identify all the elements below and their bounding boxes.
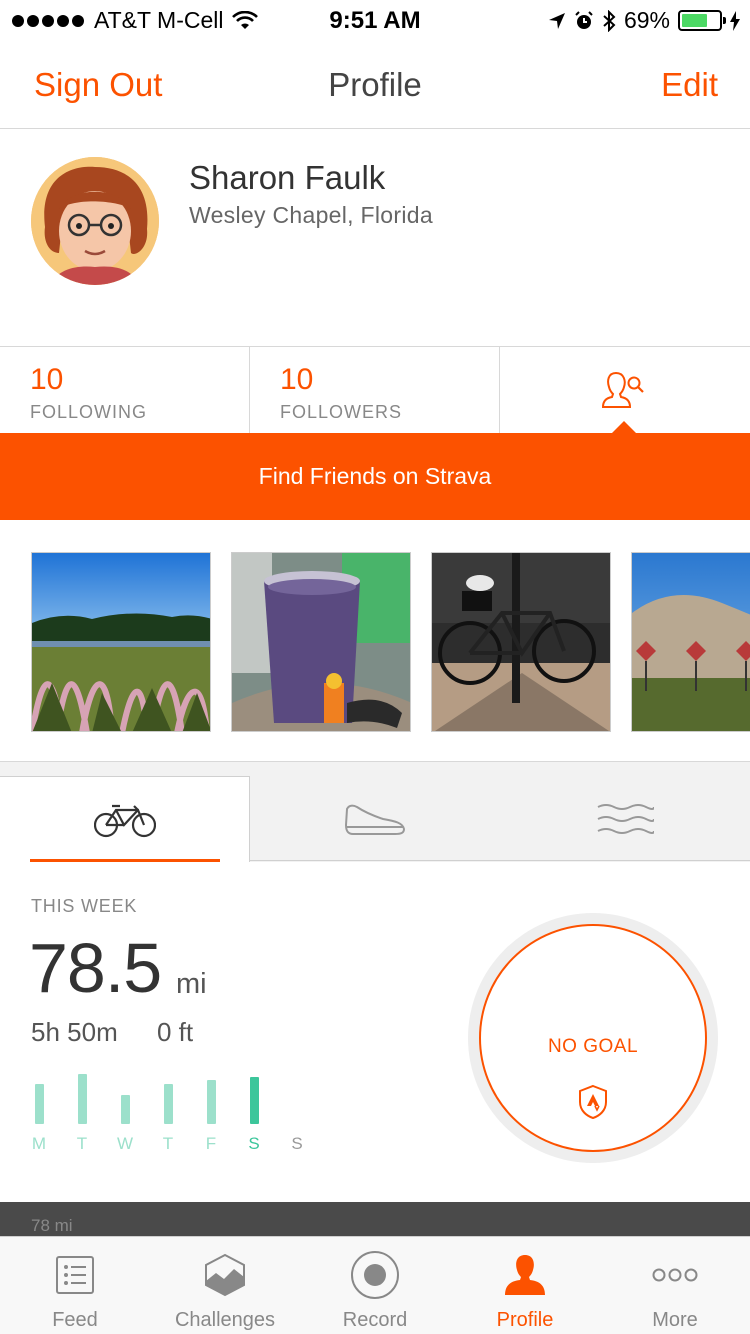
day-bar [207,1080,216,1124]
profile-location: Wesley Chapel, Florida [189,202,433,228]
weekly-time: 5h 50m [31,1017,118,1047]
sport-tabs [0,762,750,862]
photo-strip[interactable] [0,520,750,762]
photo-bicycle[interactable] [431,552,611,732]
strip-label: 78 mi [31,1216,73,1235]
more-icon [652,1268,698,1282]
shoe-icon [344,804,406,835]
distance-unit: mi [176,968,207,1000]
weekly-summary: THIS WEEK 78.5 mi 5h 50m 0 ft M T W T F S S NO… [0,862,750,1202]
battery-icon [678,10,726,31]
tab-label: Profile [496,1309,554,1331]
bluetooth-icon [603,9,616,32]
day-bar [250,1077,259,1124]
tab-run[interactable] [250,776,500,862]
day-bar [164,1084,173,1124]
photo-smoothie[interactable] [231,552,411,732]
status-bar: AT&T M-Cell 9:51 AM 69% [0,0,750,40]
tab-profile[interactable]: Profile [450,1237,600,1334]
following-stat[interactable]: 10 FOLLOWING [0,347,250,433]
day-label: T [76,1134,88,1153]
tab-label: Challenges [174,1309,276,1331]
day-label: T [162,1134,174,1153]
challenges-icon [205,1253,245,1297]
location-arrow-icon [548,12,565,29]
tab-challenges[interactable]: Challenges [150,1237,300,1334]
this-week-label: THIS WEEK [31,896,138,916]
goal-ring[interactable]: NO GOAL [468,913,718,1163]
day-label: S [291,1134,303,1153]
day-label: W [116,1134,134,1153]
stats-row: 10 FOLLOWING 10 FOLLOWERS [0,346,750,433]
day-bar [121,1095,130,1124]
tabs-divider [250,860,750,861]
day-label: M [31,1134,47,1153]
tab-more[interactable]: More [600,1237,750,1334]
following-count: 10 [30,363,64,396]
weekly-elevation: 0 ft [157,1017,194,1047]
followers-label: FOLLOWERS [280,402,403,422]
feed-icon [56,1256,94,1294]
photo-park[interactable] [31,552,211,732]
profile-header: Sharon Faulk Wesley Chapel, Florida [0,129,750,347]
tab-label: Feed [52,1309,98,1331]
charging-icon [730,10,740,31]
photo-dirt-mound[interactable] [631,552,750,732]
swim-icon [597,804,654,834]
find-friends-icon [601,371,644,408]
followers-stat[interactable]: 10 FOLLOWERS [250,347,500,433]
tab-bar: Feed Challenges Record Profile More [0,1236,750,1334]
goal-label: NO GOAL [547,1036,639,1057]
edit-button[interactable]: Edit [661,66,718,104]
tab-record[interactable]: Record [300,1237,450,1334]
battery-percent: 69% [623,7,670,33]
day-label: F [205,1134,217,1153]
tab-feed[interactable]: Feed [0,1237,150,1334]
day-bar [78,1074,87,1124]
tab-label: Record [342,1309,408,1331]
profile-icon [505,1255,545,1295]
following-label: FOLLOWING [30,402,148,422]
weekly-distance: 78.5 [29,929,162,1007]
followers-count: 10 [280,363,314,396]
record-icon [351,1251,399,1299]
avatar[interactable] [31,157,159,285]
bike-icon [93,804,156,837]
page-title: Profile [328,66,422,103]
monthly-chart-strip[interactable]: 78 mi [0,1202,750,1238]
goal-circle: NO GOAL [479,924,707,1152]
find-friends-button[interactable]: Find Friends on Strava [0,433,750,520]
status-right: 69% [548,7,740,34]
profile-name: Sharon Faulk [189,159,386,196]
tab-ride[interactable] [0,776,250,862]
tab-swim[interactable] [500,776,750,862]
day-bar [35,1084,44,1124]
strava-shield-icon [579,1084,607,1120]
day-label: S [248,1134,260,1153]
tab-label: More [652,1309,698,1331]
nav-bar: Sign Out Profile Edit [0,40,750,129]
alarm-icon [575,10,593,29]
